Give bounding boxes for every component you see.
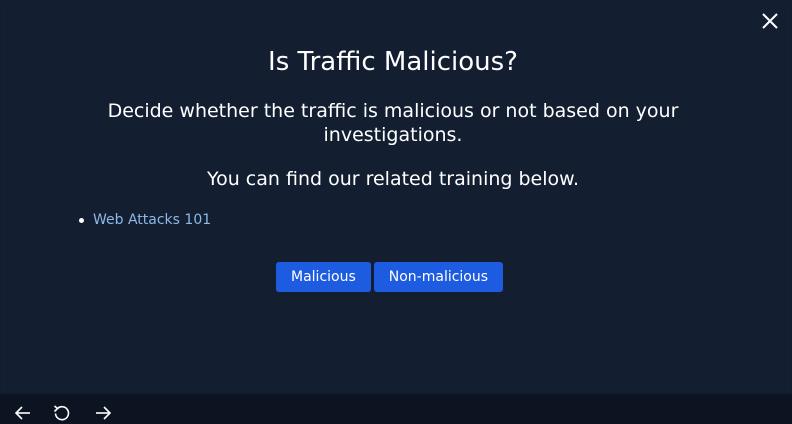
- malicious-button[interactable]: Malicious: [276, 262, 371, 292]
- modal-title: Is Traffic Malicious?: [268, 47, 518, 77]
- non-malicious-button[interactable]: Non-malicious: [373, 262, 504, 292]
- training-links-list: Web Attacks 101: [79, 210, 211, 230]
- decision-modal: Is Traffic Malicious? Decide whether the…: [1, 1, 791, 393]
- refresh-icon[interactable]: [52, 403, 72, 423]
- window-frame: Is Traffic Malicious? Decide whether the…: [0, 0, 792, 424]
- modal-description: Decide whether the traffic is malicious …: [107, 100, 679, 146]
- close-icon[interactable]: [757, 8, 783, 34]
- bullet-icon: [79, 217, 84, 223]
- arrow-left-icon[interactable]: [13, 403, 33, 423]
- list-item: Web Attacks 101: [79, 210, 211, 230]
- training-link[interactable]: Web Attacks 101: [93, 212, 211, 228]
- training-text: You can find our related training below.: [207, 168, 579, 190]
- decision-actions: Malicious Non-malicious: [276, 262, 504, 292]
- bottom-toolbar: [0, 394, 792, 424]
- arrow-right-icon[interactable]: [93, 403, 113, 423]
